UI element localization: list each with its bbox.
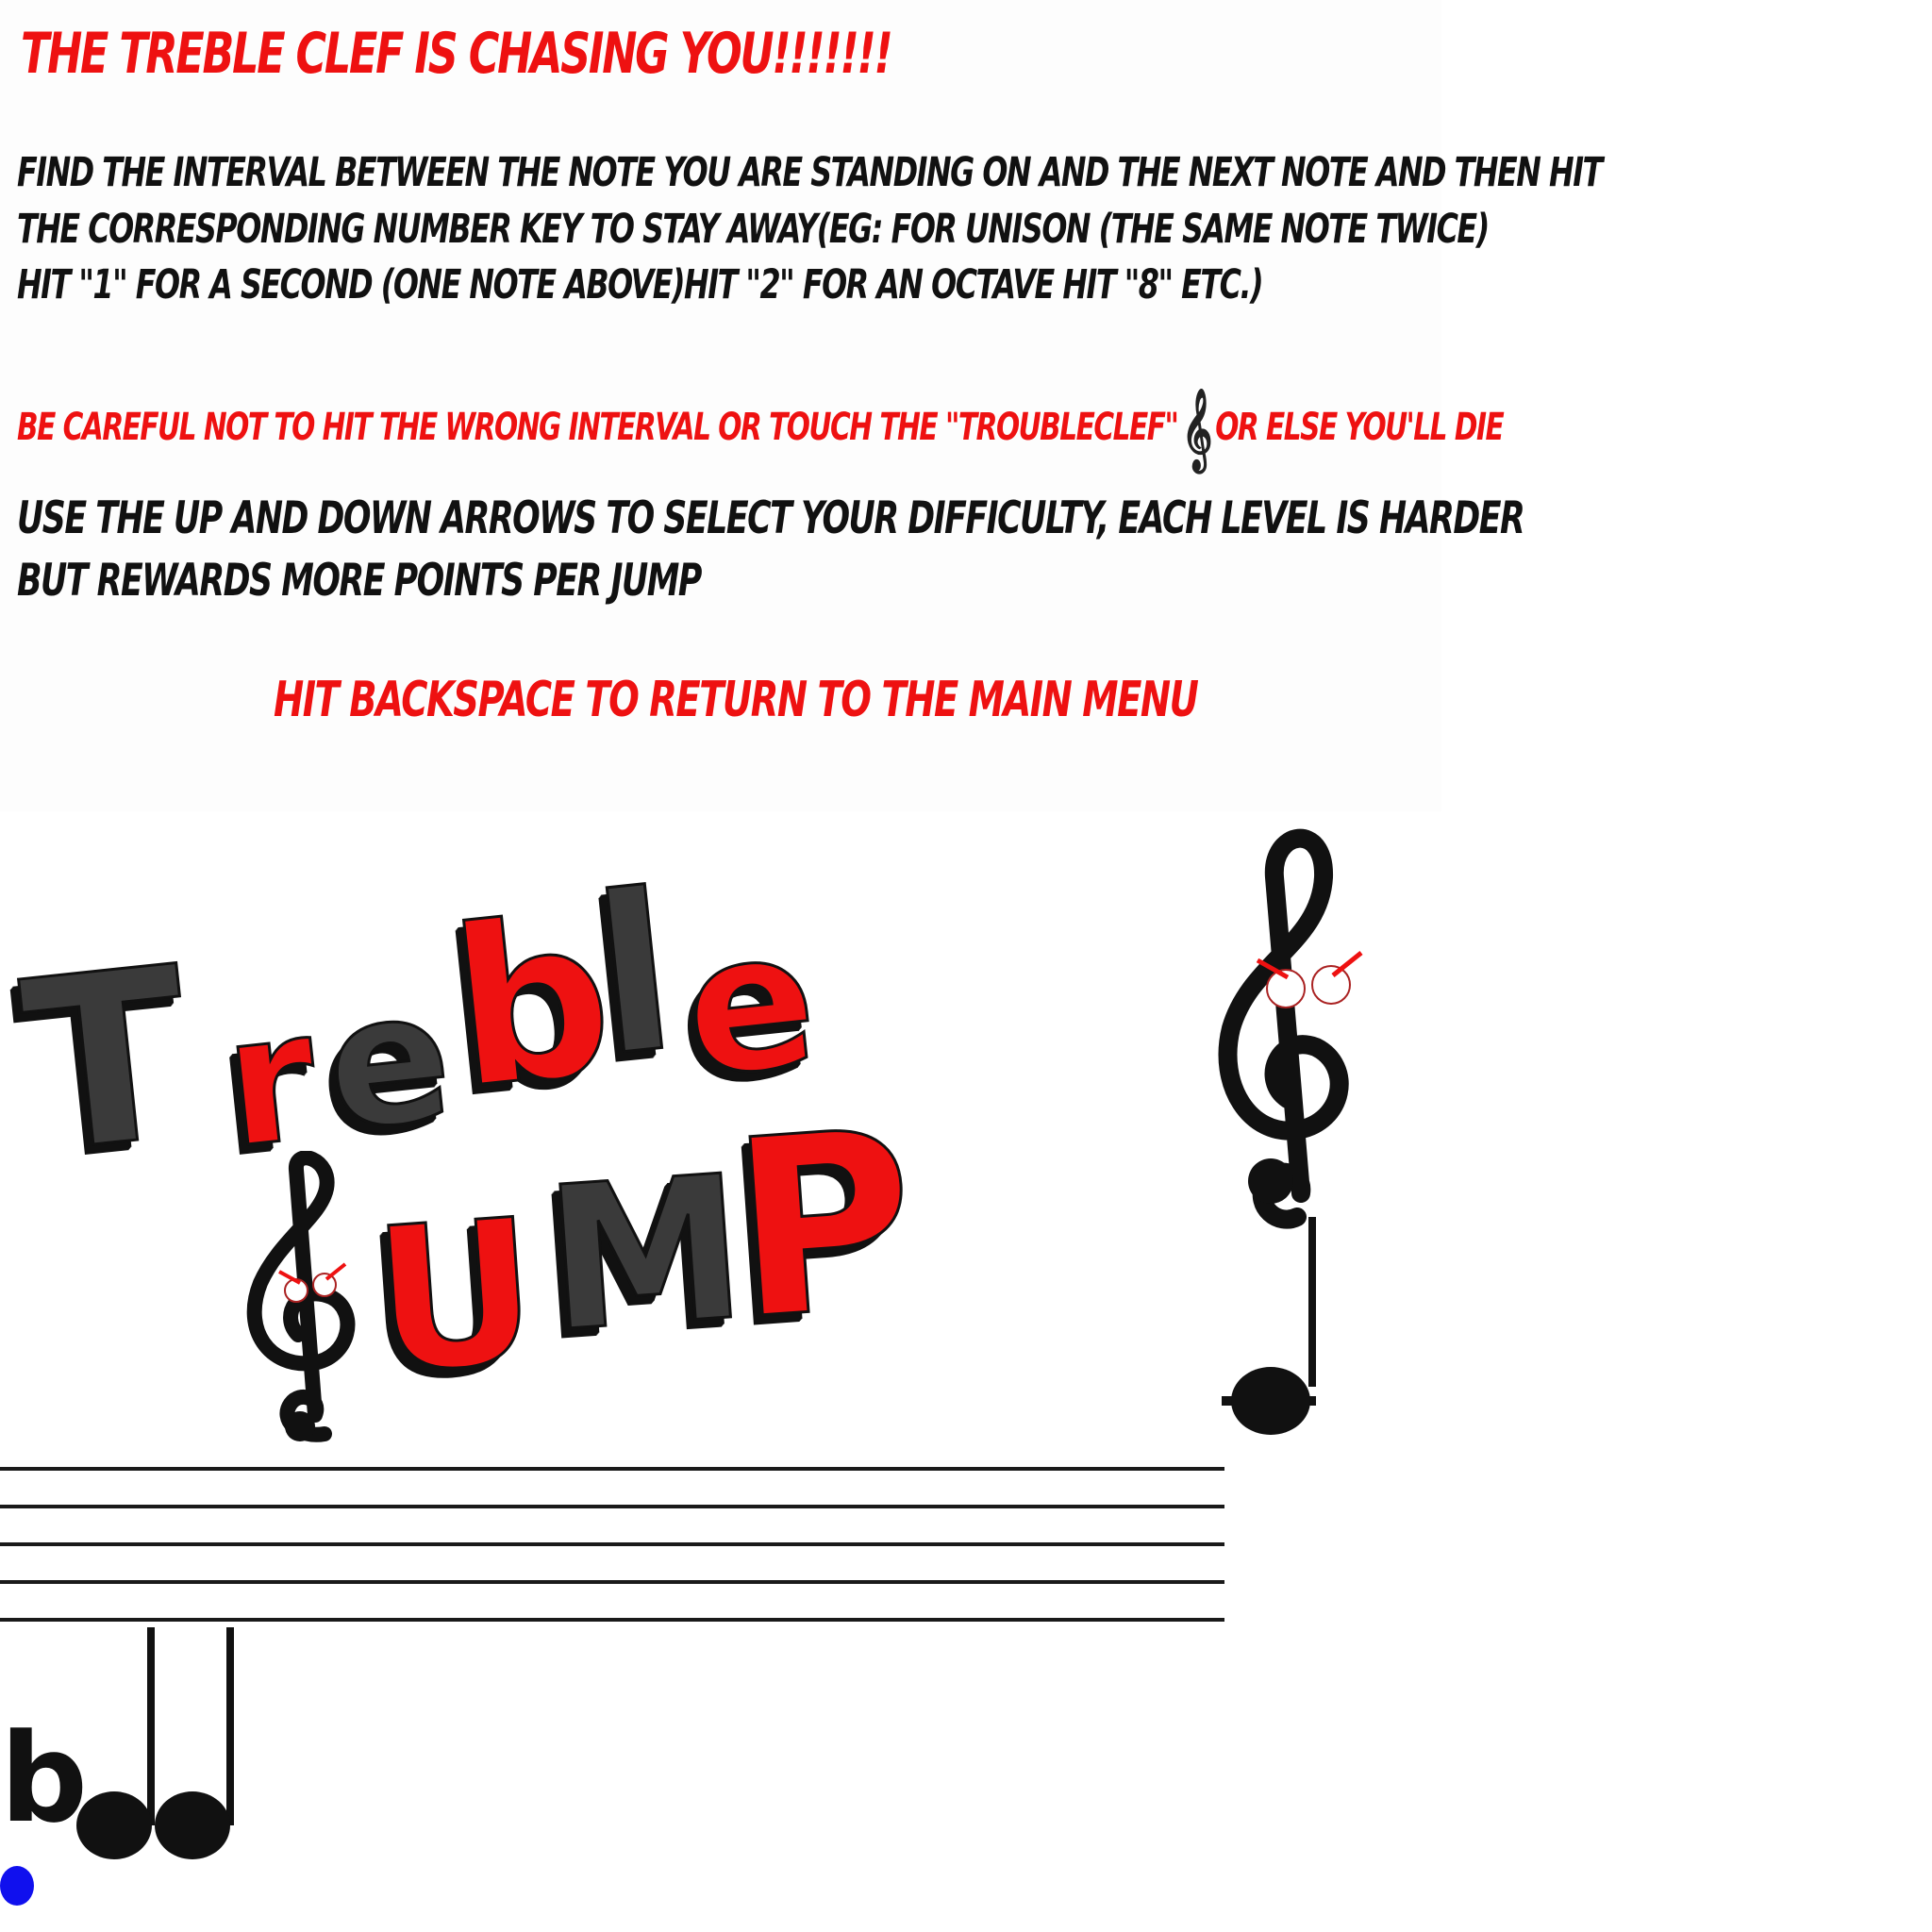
staff-line	[0, 1542, 1224, 1546]
logo-letter-e2: e	[675, 887, 827, 1122]
troubleclef-enemy	[1218, 828, 1363, 1435]
instructions-line-1: Find the interval between the note you a…	[17, 149, 1603, 196]
instructions-line-3: hit "1" for a second (one note above)hit…	[17, 261, 1264, 308]
backspace-hint: Hit backspace to return to the main menu	[274, 672, 1199, 728]
instructions-title: The treble clef is chasing you!!!!!!!	[21, 21, 893, 87]
player-character	[0, 1866, 34, 1906]
staff-line	[0, 1505, 1224, 1508]
logo-letter-m: M	[538, 1131, 754, 1378]
warning-text: Be careful not to hit the wrong interval…	[17, 389, 1505, 471]
logo-letter-t: T	[11, 914, 203, 1207]
logo-letter-u: U	[366, 1174, 545, 1419]
note-head	[76, 1791, 152, 1859]
logo-letter-p: P	[723, 1076, 924, 1376]
difficulty-line-2: but rewards more points per jump	[17, 555, 702, 607]
staff-line	[0, 1580, 1224, 1584]
difficulty-line-1: Use the up and down arrows to select you…	[17, 492, 1525, 544]
treble-clef-icon: 𝄞	[1181, 389, 1212, 470]
staff-line	[0, 1467, 1224, 1471]
warning-text-after: or else you'll die	[1215, 406, 1504, 449]
warning-text-before: Be careful not to hit the wrong interval…	[17, 406, 1179, 449]
logo-letter-e1: e	[316, 949, 461, 1172]
instructions-line-2: the corresponding number key to stay awa…	[17, 206, 1490, 253]
note-head	[155, 1791, 230, 1859]
staff-line	[0, 1618, 1224, 1622]
note-platforms	[76, 1627, 234, 1859]
logo-letter-r: r	[214, 970, 326, 1190]
logo-treble-clef-icon	[246, 1151, 356, 1442]
